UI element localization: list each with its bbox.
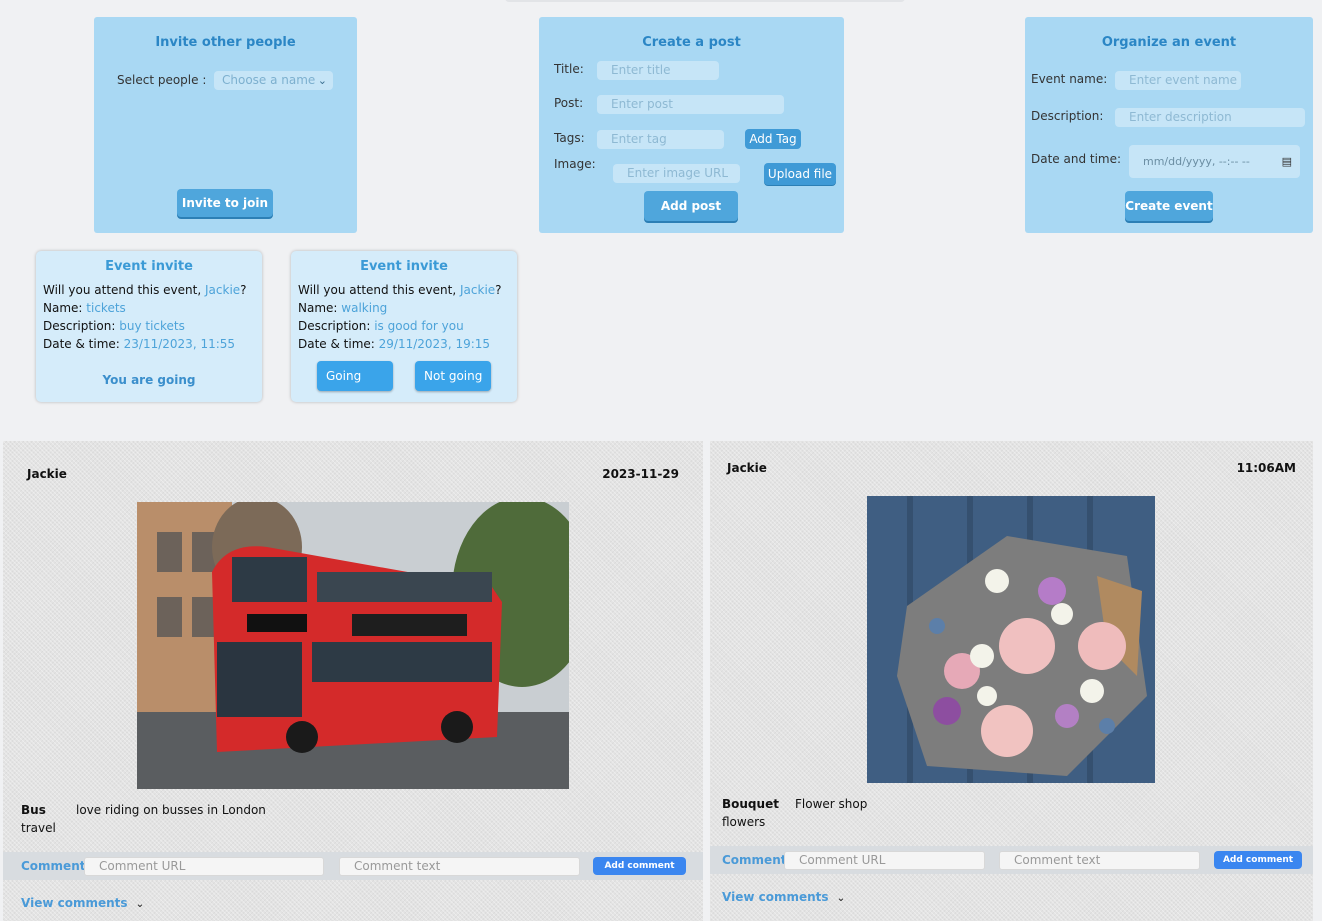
post-body-label: Post:	[554, 96, 584, 110]
going-status: You are going	[102, 373, 196, 387]
top-bar	[505, 0, 905, 2]
select-people-label: Select people :	[117, 73, 207, 87]
event-invite-date-row: Date & time: 29/11/2023, 19:15	[298, 337, 490, 351]
post-author: Jackie	[27, 467, 67, 481]
view-comments-link[interactable]: View comments ⌄	[21, 896, 144, 910]
event-date-label: Date and time:	[1031, 152, 1122, 166]
upload-file-button[interactable]: Upload file	[764, 163, 836, 185]
bus-photo	[137, 502, 569, 789]
event-invite-name-row: Name: walking	[298, 301, 387, 315]
post-date: 11:06AM	[1236, 461, 1296, 475]
create-post-card: Create a post Title: Enter title Post: E…	[539, 17, 844, 233]
add-comment-button[interactable]: Add comment	[593, 857, 686, 875]
view-comments-link[interactable]: View comments ⌄	[722, 890, 845, 904]
going-button[interactable]: Going	[317, 361, 393, 391]
event-description-label: Description:	[1031, 109, 1104, 123]
event-invite-date-row: Date & time: 23/11/2023, 11:55	[43, 337, 235, 351]
post-title-label: Title:	[554, 62, 584, 76]
comment-url-input[interactable]: Comment URL	[84, 857, 324, 876]
post-tag: flowers	[722, 815, 766, 829]
comment-label: Comment	[21, 859, 86, 873]
event-invite-card: Event invite Will you attend this event,…	[291, 251, 517, 402]
event-date-placeholder: mm/dd/yyyy, --:-- --	[1143, 155, 1250, 168]
post-tag: travel	[21, 821, 56, 835]
calendar-icon[interactable]: ▤	[1282, 145, 1292, 178]
post-text: Flower shop	[795, 797, 868, 811]
create-post-title: Create a post	[642, 35, 741, 50]
chevron-down-icon: ⌄	[836, 893, 846, 904]
post-title: Bus	[21, 803, 46, 817]
event-invite-desc-row: Description: is good for you	[298, 319, 464, 333]
date-label: Date & time:	[298, 337, 375, 351]
organize-event-card: Organize an event Event name: Enter even…	[1025, 17, 1313, 233]
question-text: Will you attend this event,	[43, 283, 202, 297]
chevron-down-icon: ⌄	[135, 899, 145, 910]
post-image-label: Image:	[554, 157, 596, 171]
event-date-value: 29/11/2023, 19:15	[378, 337, 491, 351]
create-event-button[interactable]: Create event	[1125, 191, 1213, 221]
post-body-input[interactable]: Enter post	[597, 95, 784, 114]
bouquet-photo	[867, 496, 1155, 783]
post-image	[867, 496, 1155, 783]
question-text: Will you attend this event,	[298, 283, 457, 297]
event-invite-card: Event invite Will you attend this event,…	[36, 251, 262, 402]
event-invite-desc-row: Description: buy tickets	[43, 319, 185, 333]
description-label: Description:	[298, 319, 371, 333]
event-description-input[interactable]: Enter description	[1115, 108, 1305, 127]
event-name-value: tickets	[86, 301, 126, 315]
event-invite-name-row: Name: tickets	[43, 301, 126, 315]
select-people-value: Choose a name	[222, 73, 316, 87]
post-author: Jackie	[727, 461, 767, 475]
post-tags-label: Tags:	[554, 131, 585, 145]
add-tag-button[interactable]: Add Tag	[745, 129, 801, 149]
event-date-input[interactable]: mm/dd/yyyy, --:-- -- ▤	[1129, 145, 1300, 178]
chevron-down-icon: ⌄	[317, 74, 327, 87]
event-invite-question: Will you attend this event, Jackie?	[43, 283, 247, 297]
question-mark: ?	[240, 283, 247, 297]
event-description-value: is good for you	[374, 319, 464, 333]
post-card: Jackie 2023-11-29 Bus love riding on bus…	[3, 441, 703, 921]
post-title-input[interactable]: Enter title	[597, 61, 719, 80]
post-card: Jackie 11:06AM Bouquet Flower shop flowe…	[710, 441, 1313, 921]
invited-user: Jackie	[205, 283, 241, 297]
event-invite-title: Event invite	[105, 259, 193, 274]
comment-text-input[interactable]: Comment text	[999, 851, 1200, 870]
invite-to-join-button[interactable]: Invite to join	[177, 189, 273, 217]
view-comments-label: View comments	[21, 896, 128, 910]
comment-label: Comment	[722, 853, 787, 867]
invite-card-title: Invite other people	[155, 35, 296, 50]
post-image-url-input[interactable]: Enter image URL	[613, 164, 740, 183]
question-mark: ?	[495, 283, 502, 297]
organize-event-title: Organize an event	[1101, 35, 1237, 50]
name-label: Name:	[43, 301, 83, 315]
event-name-label: Event name:	[1031, 72, 1108, 86]
name-label: Name:	[298, 301, 338, 315]
comment-text-input[interactable]: Comment text	[339, 857, 580, 876]
comment-bar: Comment Comment URL Comment text Add com…	[3, 852, 703, 880]
post-text: love riding on busses in London	[76, 803, 266, 817]
post-tag-input[interactable]: Enter tag	[597, 130, 724, 149]
event-invite-question: Will you attend this event, Jackie?	[298, 283, 502, 297]
comment-url-input[interactable]: Comment URL	[784, 851, 985, 870]
post-date: 2023-11-29	[602, 467, 679, 481]
post-title: Bouquet	[722, 797, 779, 811]
event-name-value: walking	[341, 301, 388, 315]
invite-people-card: Invite other people Select people : Choo…	[94, 17, 357, 233]
add-comment-button[interactable]: Add comment	[1214, 851, 1302, 869]
add-post-button[interactable]: Add post	[644, 191, 738, 221]
event-date-value: 23/11/2023, 11:55	[123, 337, 236, 351]
date-label: Date & time:	[43, 337, 120, 351]
invited-user: Jackie	[460, 283, 496, 297]
event-description-value: buy tickets	[119, 319, 185, 333]
select-people-dropdown[interactable]: Choose a name ⌄	[214, 71, 333, 90]
description-label: Description:	[43, 319, 116, 333]
view-comments-label: View comments	[722, 890, 829, 904]
event-name-input[interactable]: Enter event name	[1115, 71, 1241, 90]
not-going-button[interactable]: Not going	[415, 361, 491, 391]
event-invite-title: Event invite	[360, 259, 448, 274]
post-image	[137, 502, 569, 789]
comment-bar: Comment Comment URL Comment text Add com…	[710, 846, 1313, 874]
